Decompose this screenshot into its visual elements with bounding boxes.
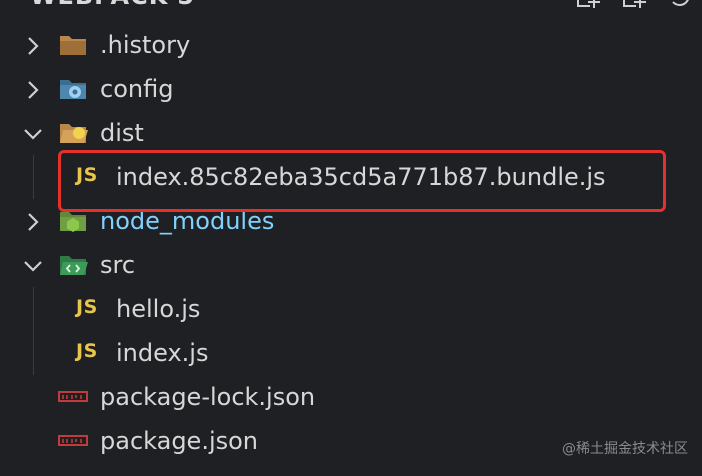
- folder-icon: [58, 32, 88, 58]
- js-file-icon: JS: [76, 296, 98, 318]
- npm-file-icon: [58, 389, 88, 405]
- tree-item-package-lock[interactable]: package-lock.json: [0, 375, 702, 419]
- watermark: @稀土掘金技术社区: [562, 441, 688, 457]
- tree-item-index-js[interactable]: JS index.js: [0, 331, 702, 375]
- new-file-icon[interactable]: [574, 0, 602, 10]
- npm-file-icon: [58, 433, 88, 449]
- js-file-icon: JS: [76, 340, 98, 362]
- chevron-right-icon[interactable]: [22, 211, 44, 233]
- chevron-down-icon[interactable]: [22, 123, 44, 145]
- dist-folder-icon: [58, 120, 88, 146]
- tree-item-label: package.json: [100, 427, 259, 455]
- tree-item-label: dist: [100, 119, 144, 147]
- workspace-title: WEBPACK-5: [30, 0, 195, 10]
- explorer-header: WEBPACK-5: [0, 0, 702, 12]
- highlight-box: [58, 150, 666, 212]
- new-folder-icon[interactable]: [620, 0, 648, 10]
- src-folder-icon: [58, 252, 88, 278]
- chevron-down-icon[interactable]: [22, 255, 44, 277]
- tree-item-label: hello.js: [116, 295, 201, 323]
- tree-item-src[interactable]: src: [0, 243, 702, 287]
- tree-item-dist[interactable]: dist: [0, 111, 702, 155]
- tree-item-label: config: [100, 75, 174, 103]
- refresh-icon[interactable]: [666, 0, 694, 10]
- tree-item-label: src: [100, 251, 136, 279]
- chevron-right-icon[interactable]: [22, 35, 44, 57]
- tree-item-hello-js[interactable]: JS hello.js: [0, 287, 702, 331]
- tree-item-config[interactable]: config: [0, 67, 702, 111]
- config-folder-icon: [58, 76, 88, 102]
- tree-item-label: index.js: [116, 339, 209, 367]
- tree-item-history[interactable]: .history: [0, 23, 702, 67]
- tree-item-label: package-lock.json: [100, 383, 316, 411]
- chevron-right-icon[interactable]: [22, 79, 44, 101]
- header-actions: [574, 0, 702, 12]
- tree-item-label: .history: [100, 31, 191, 59]
